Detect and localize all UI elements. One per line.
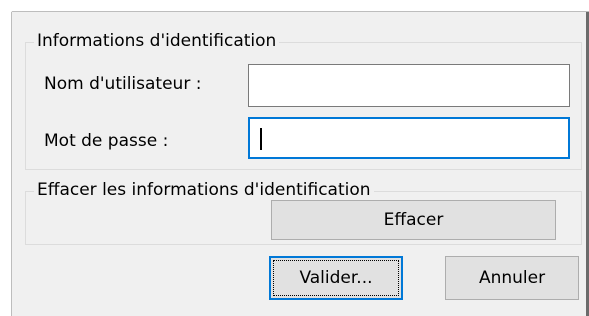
password-label: Mot de passe : xyxy=(44,131,169,151)
credentials-group-title: Informations d'identification xyxy=(34,31,280,51)
window-top-edge xyxy=(0,0,589,11)
window-top-border xyxy=(12,11,589,12)
ok-button[interactable]: Valider... xyxy=(269,256,403,300)
clear-credentials-group-title: Effacer les informations d'identificatio… xyxy=(34,180,374,200)
username-field[interactable] xyxy=(248,64,570,107)
cancel-button[interactable]: Annuler xyxy=(445,256,579,300)
window-left-border xyxy=(11,12,12,316)
clear-button[interactable]: Effacer xyxy=(271,200,556,240)
text-cursor xyxy=(260,128,262,150)
window-left-edge xyxy=(0,0,11,316)
password-field[interactable] xyxy=(248,117,570,159)
username-label: Nom d'utilisateur : xyxy=(44,74,202,94)
